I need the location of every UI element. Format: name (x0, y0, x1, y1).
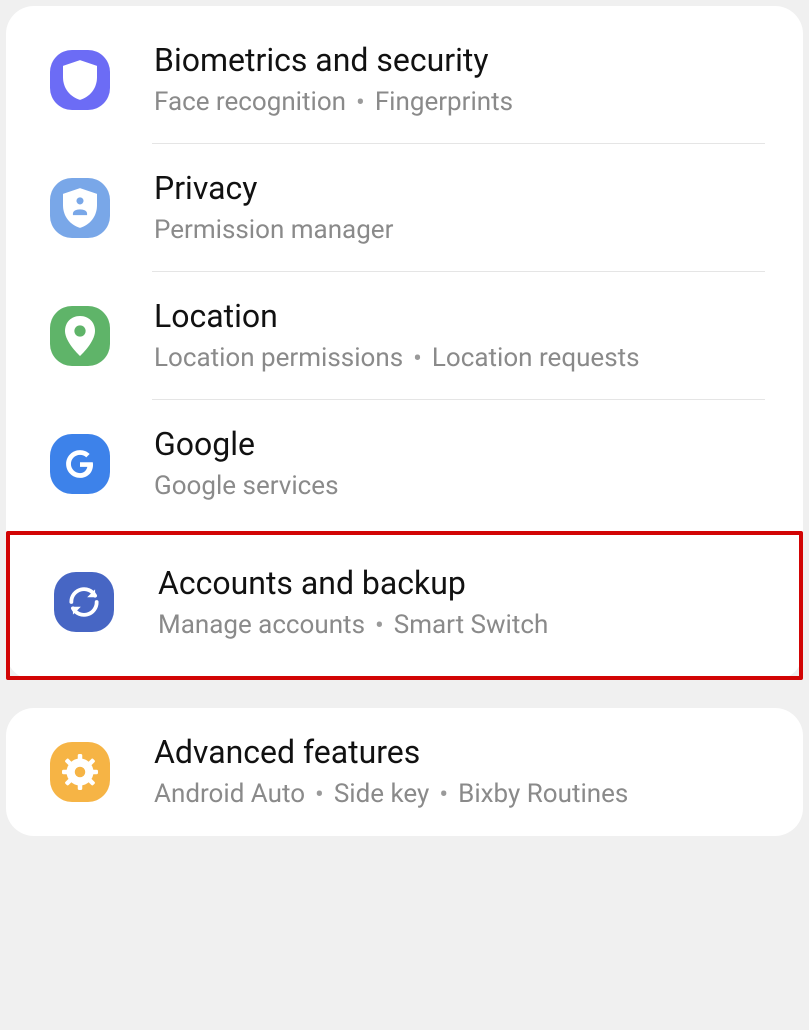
settings-item-advanced[interactable]: Advanced features Android Auto•Side key•… (6, 708, 803, 835)
settings-group-card: Advanced features Android Auto•Side key•… (6, 708, 803, 835)
location-pin-icon (50, 306, 110, 366)
settings-item-text: Accounts and backup Manage accounts•Smar… (158, 563, 761, 642)
settings-item-title: Advanced features (154, 732, 765, 772)
settings-item-location[interactable]: Location Location permissions•Location r… (6, 272, 803, 399)
settings-item-biometrics[interactable]: Biometrics and security Face recognition… (6, 16, 803, 143)
settings-item-text: Advanced features Android Auto•Side key•… (154, 732, 765, 811)
advanced-gear-icon (50, 742, 110, 802)
google-icon (50, 434, 110, 494)
settings-group-card: Biometrics and security Face recognition… (6, 6, 803, 680)
settings-item-text: Privacy Permission manager (154, 168, 765, 247)
settings-item-title: Google (154, 424, 765, 464)
sync-icon (54, 572, 114, 632)
settings-item-text: Biometrics and security Face recognition… (154, 40, 765, 119)
settings-item-subtitle: Google services (154, 470, 765, 503)
settings-item-text: Location Location permissions•Location r… (154, 296, 765, 375)
settings-item-title: Accounts and backup (158, 563, 761, 603)
shield-icon (50, 50, 110, 110)
settings-item-privacy[interactable]: Privacy Permission manager (6, 144, 803, 271)
settings-item-text: Google Google services (154, 424, 765, 503)
settings-item-subtitle: Face recognition•Fingerprints (154, 86, 765, 119)
settings-item-google[interactable]: Google Google services (6, 400, 803, 527)
settings-item-subtitle: Android Auto•Side key•Bixby Routines (154, 778, 765, 811)
settings-item-title: Privacy (154, 168, 765, 208)
settings-item-subtitle: Manage accounts•Smart Switch (158, 609, 761, 642)
settings-item-title: Biometrics and security (154, 40, 765, 80)
settings-item-subtitle: Location permissions•Location requests (154, 342, 765, 375)
privacy-shield-icon (50, 178, 110, 238)
settings-item-subtitle: Permission manager (154, 214, 765, 247)
settings-item-title: Location (154, 296, 765, 336)
settings-item-accounts-backup[interactable]: Accounts and backup Manage accounts•Smar… (6, 531, 803, 680)
